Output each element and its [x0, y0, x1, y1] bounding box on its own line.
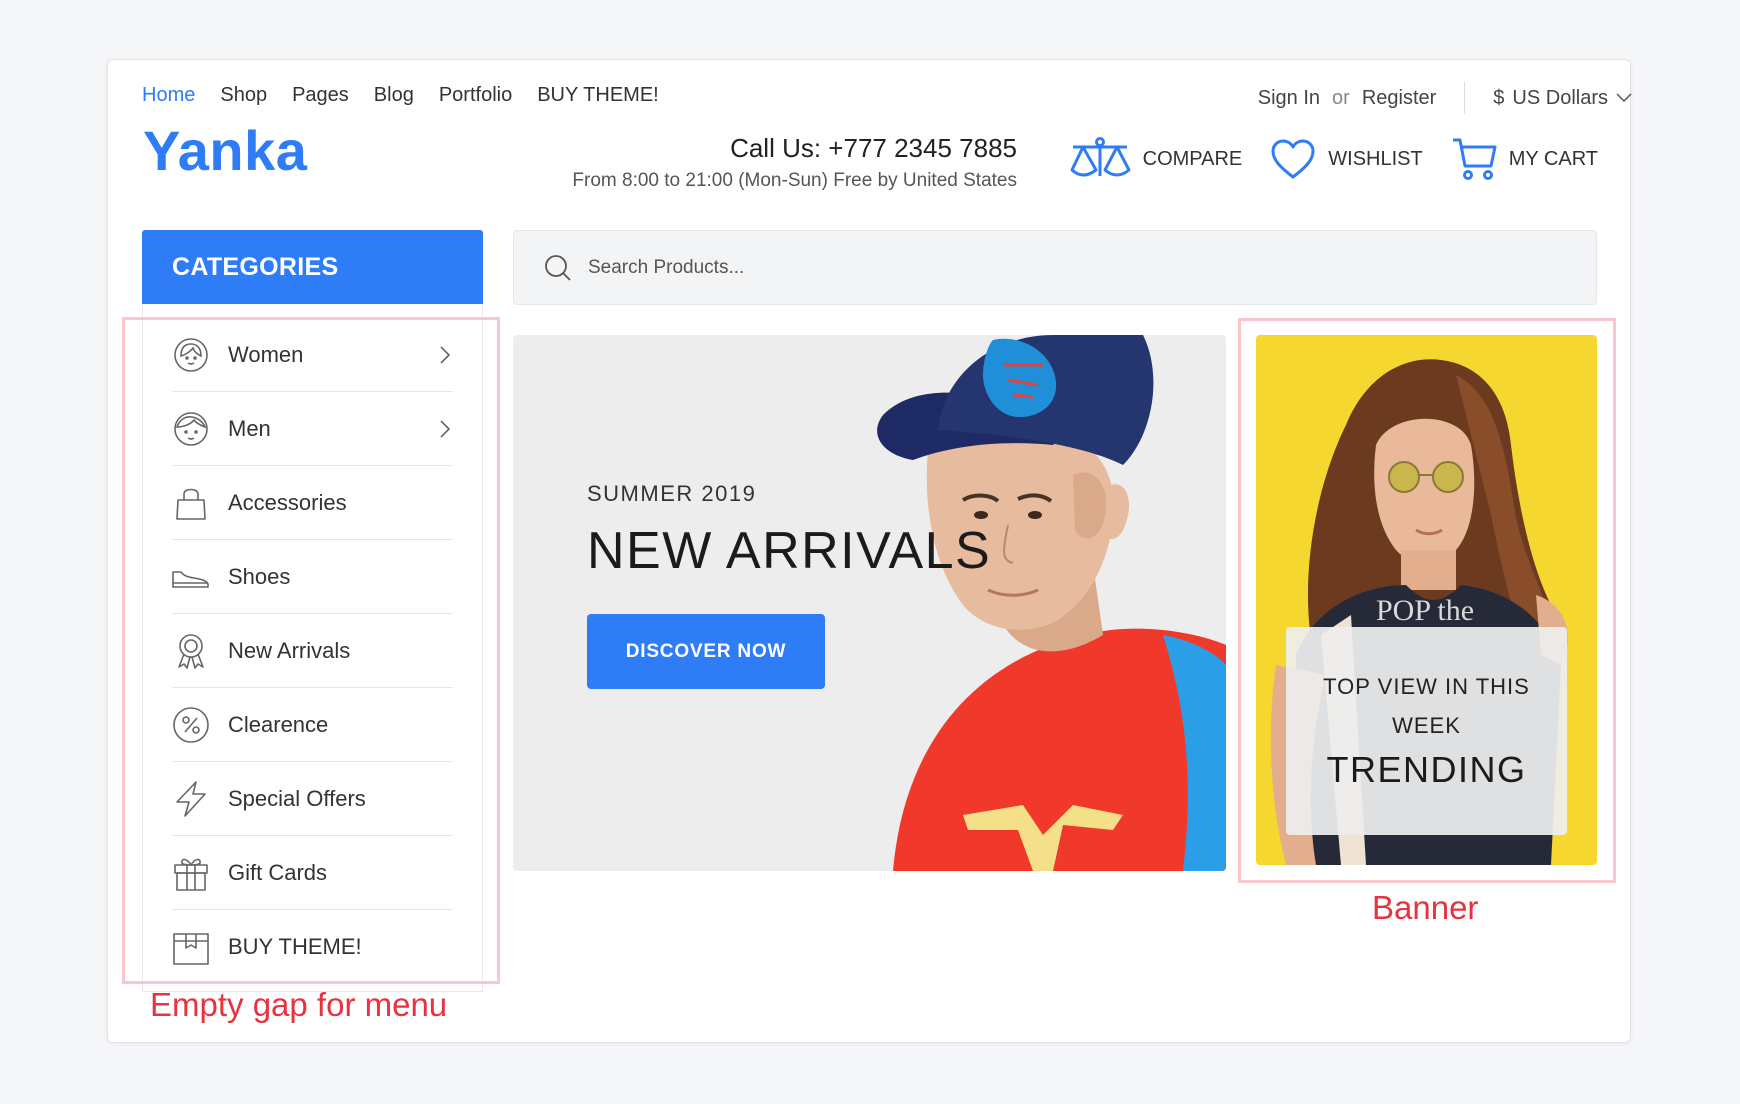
search-icon[interactable]: [544, 254, 572, 282]
scales-icon: [1070, 137, 1131, 177]
nav-item-shop[interactable]: Shop: [220, 84, 267, 107]
account-bar: Sign In or Register $ US Dollars: [1258, 82, 1632, 114]
sign-in-link[interactable]: Sign In: [1258, 87, 1320, 110]
opening-hours: From 8:00 to 21:00 (Mon-Sun) Free by Uni…: [572, 170, 1017, 191]
heart-icon: [1271, 139, 1315, 179]
currency-select[interactable]: $ US Dollars: [1493, 87, 1632, 110]
nav-item-portfolio[interactable]: Portfolio: [439, 84, 512, 107]
contact-info: Call Us: +777 2345 7885 From 8:00 to 21:…: [572, 133, 1017, 192]
cart-button[interactable]: MY CART: [1451, 136, 1598, 182]
or-text: or: [1332, 86, 1350, 109]
discover-now-button[interactable]: DISCOVER NOW: [587, 614, 825, 689]
banner-note: Banner: [1372, 889, 1479, 926]
register-link[interactable]: Register: [1362, 87, 1436, 110]
categories-header[interactable]: CATEGORIES: [142, 230, 483, 304]
hero-kicker: SUMMER 2019: [587, 481, 757, 506]
currency-symbol: $: [1493, 86, 1505, 109]
search-input[interactable]: [588, 256, 1488, 279]
wishlist-button[interactable]: WISHLIST: [1270, 138, 1423, 180]
search-bar: [513, 230, 1597, 305]
nav-item-home[interactable]: Home: [142, 84, 195, 107]
menu-gap-note: Empty gap for menu: [150, 986, 448, 1023]
nav-item-blog[interactable]: Blog: [374, 84, 414, 107]
top-nav: Home Shop Pages Blog Portfolio BUY THEME…: [142, 84, 659, 107]
compare-label: COMPARE: [1142, 147, 1243, 170]
header-actions: COMPARE WISHLIST MY CART: [1069, 136, 1598, 182]
compare-button[interactable]: COMPARE: [1069, 136, 1243, 182]
logo[interactable]: Yanka: [143, 118, 307, 183]
chevron-down-icon: [1616, 93, 1632, 103]
cart-icon: [1452, 138, 1497, 180]
phone-number: Call Us: +777 2345 7885: [730, 133, 1017, 163]
cart-label: MY CART: [1508, 147, 1598, 170]
wishlist-label: WISHLIST: [1328, 147, 1423, 170]
nav-item-buy-theme[interactable]: BUY THEME!: [537, 84, 659, 107]
hero-model-image: [877, 335, 1226, 871]
divider: [1464, 82, 1466, 114]
menu-gap-highlight: [122, 317, 500, 984]
hero-title: NEW ARRIVALS: [587, 522, 992, 580]
nav-item-pages[interactable]: Pages: [292, 84, 349, 107]
banner-highlight: [1238, 318, 1616, 883]
currency-label: US Dollars: [1512, 86, 1608, 109]
hero-slider: SUMMER 2019 NEW ARRIVALS DISCOVER NOW: [513, 335, 1226, 871]
